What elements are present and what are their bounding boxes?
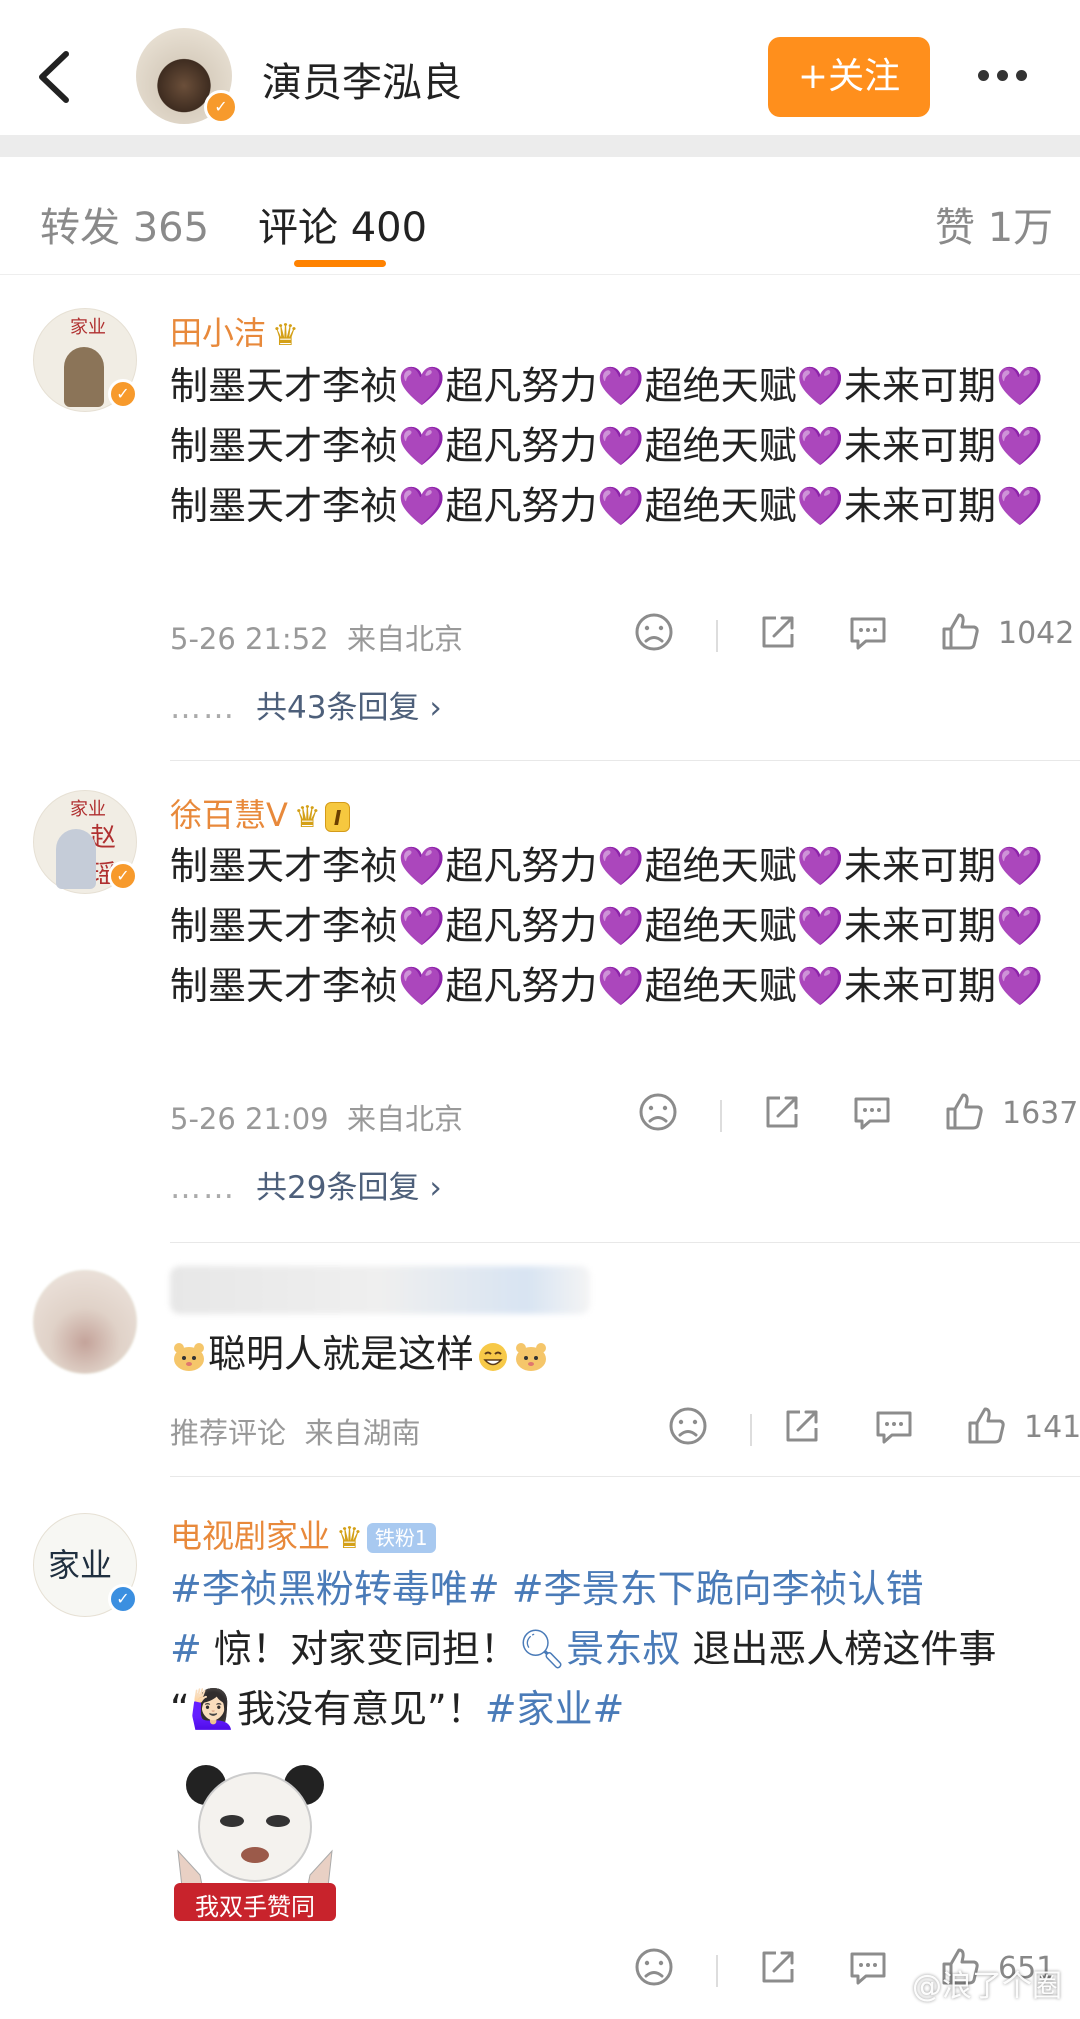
divider xyxy=(170,760,1080,761)
dislike-button[interactable] xyxy=(632,1945,676,1995)
dislike-button[interactable] xyxy=(632,610,676,660)
reply-button[interactable] xyxy=(872,1404,916,1454)
like-button[interactable] xyxy=(964,1404,1008,1454)
tab-likes[interactable]: 赞 1万 xyxy=(935,195,1053,253)
reply-button[interactable] xyxy=(850,1090,894,1140)
avatar[interactable]: 家业 赵瑶 ✓ xyxy=(33,790,138,894)
dislike-icon xyxy=(635,1948,673,1986)
comment-meta: 5-26 21:09 来自北京 xyxy=(170,1102,464,1136)
view-replies-link[interactable]: …… 共43条回复 › xyxy=(170,682,442,727)
divider xyxy=(170,1242,1080,1243)
fan-badge: I xyxy=(324,802,351,832)
dislike-icon xyxy=(669,1407,707,1445)
search-icon: 🔍︎ xyxy=(517,1627,567,1671)
topic-link[interactable]: # xyxy=(170,1627,202,1671)
like-icon xyxy=(942,613,979,650)
page-title: 演员李泓良 xyxy=(262,60,462,106)
verified-icon: ✓ xyxy=(108,861,138,891)
comment-text: 制墨天才李祯💜超凡努力💜超绝天赋💜未来可期💜 制墨天才李祯💜超凡努力💜超绝天赋💜… xyxy=(170,364,1044,528)
sticker-image[interactable]: 我双手赞同 xyxy=(170,1755,340,1925)
share-icon xyxy=(786,1410,818,1442)
tab-comments[interactable]: 评论 400 xyxy=(258,195,427,253)
view-replies-link[interactable]: …… 共29条回复 › xyxy=(170,1162,442,1207)
comment-icon xyxy=(876,1411,912,1444)
share-icon xyxy=(762,1951,794,1983)
comment-actions: 1042 xyxy=(620,610,1080,660)
like-icon xyxy=(946,1093,983,1130)
search-link[interactable]: 🔍︎景东叔 xyxy=(518,1627,680,1671)
chevron-right-icon: › xyxy=(429,1170,442,1206)
crown-icon: ♛ xyxy=(336,1520,363,1556)
comment-meta: 5-26 21:52 来自北京 xyxy=(170,622,464,656)
topic-link[interactable]: #李景东下跪向李祯认错 xyxy=(512,1567,924,1611)
dislike-icon xyxy=(639,1093,677,1131)
top-bar: ✓ 演员李泓良 +关注 xyxy=(0,0,1080,135)
comment-actions: 1637 xyxy=(620,1090,1080,1140)
hamster-emoji-icon xyxy=(174,1342,204,1371)
share-button[interactable] xyxy=(760,1090,804,1140)
verified-icon: ✓ xyxy=(108,1584,138,1614)
like-count: 1042 xyxy=(998,616,1075,651)
share-icon xyxy=(766,1096,798,1128)
watermark: @浪了个圈 xyxy=(912,1969,1062,2004)
tab-indicator xyxy=(294,260,386,267)
verified-icon: ✓ xyxy=(108,379,138,409)
like-count: 1637 xyxy=(1002,1096,1079,1131)
comment-username[interactable]: 田小洁 ♛ xyxy=(170,308,299,354)
dislike-button[interactable] xyxy=(666,1404,710,1454)
sticker-caption: 我双手赞同 xyxy=(195,1893,315,1921)
comment-username[interactable]: 电视剧家业 ♛ 铁粉1 xyxy=(170,1511,436,1557)
crown-icon: ♛ xyxy=(293,799,321,835)
fan-badge: 铁粉1 xyxy=(366,1523,436,1553)
avatar[interactable]: ✓ xyxy=(136,28,238,124)
divider-band xyxy=(0,135,1080,157)
comment-actions: 141 xyxy=(620,1404,1080,1454)
share-icon xyxy=(762,616,794,648)
comment-username[interactable] xyxy=(170,1266,590,1314)
share-button[interactable] xyxy=(756,610,800,660)
back-button[interactable] xyxy=(30,40,80,110)
dislike-icon xyxy=(635,613,673,651)
hamster-emoji-icon xyxy=(516,1342,547,1371)
avatar[interactable]: 家业 ✓ xyxy=(33,1513,138,1617)
reply-button[interactable] xyxy=(846,610,890,660)
comment-username[interactable]: 徐百慧V ♛ I xyxy=(170,790,351,836)
share-button[interactable] xyxy=(780,1404,824,1454)
comment-icon xyxy=(850,617,886,650)
like-count: 141 xyxy=(1024,1410,1080,1445)
verified-icon: ✓ xyxy=(204,90,238,124)
tab-bar: 转发 365 评论 400 赞 1万 xyxy=(0,157,1080,275)
divider xyxy=(170,1476,1080,1477)
avatar-logo: 家业 xyxy=(48,1546,113,1584)
comment-text: 聪明人就是这样 xyxy=(170,1324,1050,1384)
grin-emoji-icon xyxy=(479,1342,508,1371)
crown-icon: ♛ xyxy=(272,317,299,353)
like-button[interactable] xyxy=(938,610,982,660)
avatar[interactable]: 家业 ✓ xyxy=(33,308,138,412)
topic-link[interactable]: #家业# xyxy=(485,1687,625,1731)
chevron-right-icon: › xyxy=(429,690,442,726)
tab-reposts[interactable]: 转发 365 xyxy=(40,195,209,253)
reply-button[interactable] xyxy=(846,1945,890,1995)
back-icon xyxy=(39,51,69,103)
avatar[interactable] xyxy=(33,1270,137,1374)
comment-meta: 推荐评论 来自湖南 xyxy=(170,1416,421,1450)
comment-icon xyxy=(854,1097,890,1130)
comment-text: 制墨天才李祯💜超凡努力💜超绝天赋💜未来可期💜 制墨天才李祯💜超凡努力💜超绝天赋💜… xyxy=(170,844,1044,1008)
topic-link[interactable]: #李祯黑粉转毒唯# xyxy=(170,1567,500,1611)
comment-text: #李祯黑粉转毒唯# #李景东下跪向李祯认错 # 惊！对家变同担！🔍︎景东叔 退出… xyxy=(170,1567,997,1731)
follow-button[interactable]: +关注 xyxy=(768,37,930,117)
dislike-button[interactable] xyxy=(636,1090,680,1140)
share-button[interactable] xyxy=(756,1945,800,1995)
comment-icon xyxy=(850,1952,886,1985)
more-icon[interactable] xyxy=(974,50,1046,100)
like-icon xyxy=(968,1407,1005,1444)
like-button[interactable] xyxy=(942,1090,986,1140)
